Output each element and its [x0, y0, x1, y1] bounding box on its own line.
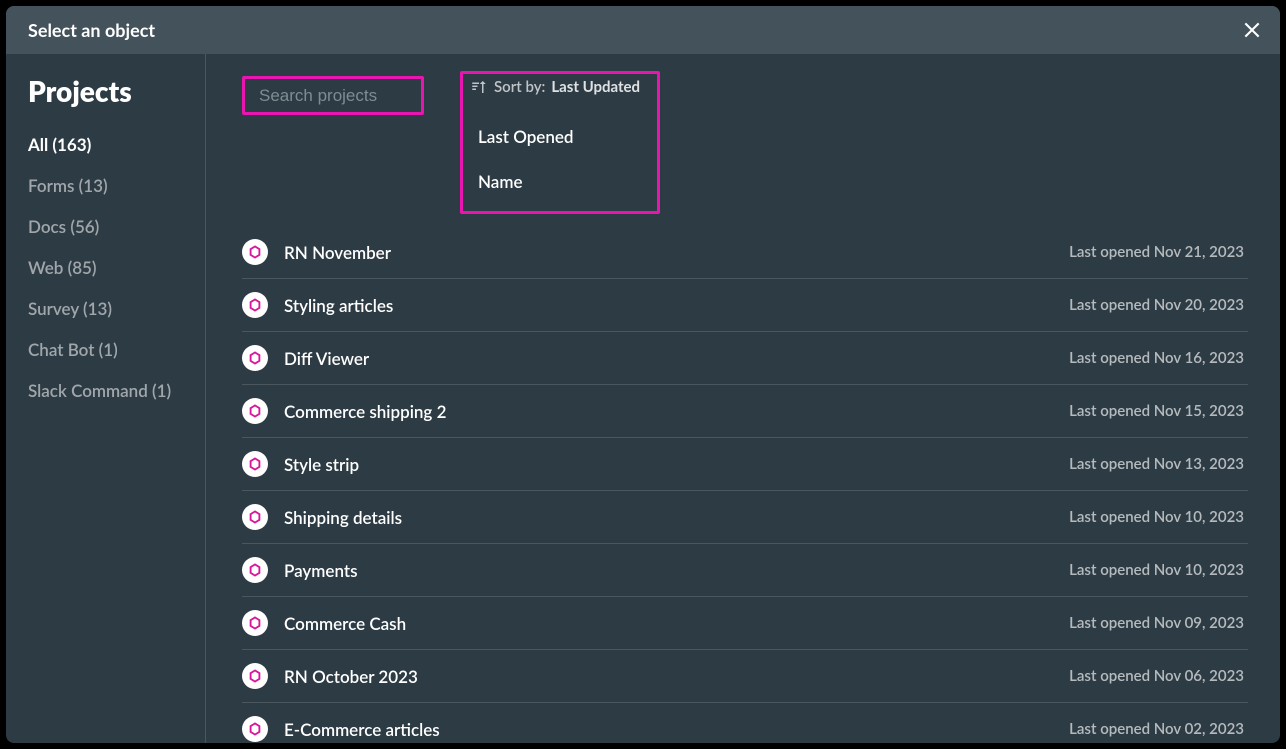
sort-option[interactable]: Last Opened	[470, 114, 640, 159]
project-name: Diff Viewer	[284, 348, 1053, 369]
sort-block: Sort by: Last Updated Last OpenedName	[470, 76, 640, 204]
modal-body: Projects All (163)Forms (13)Docs (56)Web…	[6, 54, 1280, 743]
project-type-icon	[242, 239, 268, 265]
project-last-opened: Last opened Nov 10, 2023	[1069, 508, 1244, 526]
project-type-icon	[242, 398, 268, 424]
sort-trigger[interactable]: Sort by: Last Updated	[470, 76, 640, 96]
project-name: Payments	[284, 560, 1053, 581]
project-name: RN November	[284, 242, 1053, 263]
sort-option[interactable]: Name	[470, 159, 640, 204]
project-name: Styling articles	[284, 295, 1053, 316]
sort-icon	[470, 78, 488, 96]
sidebar-item[interactable]: Survey (13)	[28, 288, 205, 329]
sort-selected-value: Last Updated	[551, 78, 640, 96]
project-type-icon	[242, 716, 268, 742]
object-selector-modal: Select an object Projects All (163)Forms…	[6, 6, 1280, 743]
project-last-opened: Last opened Nov 15, 2023	[1069, 402, 1244, 420]
project-name: Shipping details	[284, 507, 1053, 528]
project-row[interactable]: Diff Viewer Last opened Nov 16, 2023	[242, 332, 1248, 385]
project-last-opened: Last opened Nov 10, 2023	[1069, 561, 1244, 579]
project-list[interactable]: RN November Last opened Nov 21, 2023 Styli…	[242, 226, 1256, 743]
sort-prefix: Sort by:	[494, 78, 545, 96]
sort-options-list: Last OpenedName	[470, 114, 640, 204]
project-type-icon	[242, 451, 268, 477]
project-name: RN October 2023	[284, 666, 1053, 687]
sidebar-item[interactable]: All (163)	[28, 124, 205, 165]
close-button[interactable]	[1238, 16, 1266, 44]
project-row[interactable]: Shipping details Last opened Nov 10, 2023	[242, 491, 1248, 544]
project-last-opened: Last opened Nov 13, 2023	[1069, 455, 1244, 473]
project-last-opened: Last opened Nov 21, 2023	[1069, 243, 1244, 261]
sidebar: Projects All (163)Forms (13)Docs (56)Web…	[6, 54, 206, 743]
project-type-icon	[242, 504, 268, 530]
sidebar-item[interactable]: Chat Bot (1)	[28, 329, 205, 370]
controls-row: Sort by: Last Updated Last OpenedName	[242, 76, 1256, 204]
modal-title: Select an object	[28, 19, 155, 41]
modal-header: Select an object	[6, 6, 1280, 54]
project-name: E-Commerce articles	[284, 719, 1053, 740]
close-icon	[1242, 20, 1262, 40]
project-row[interactable]: Style strip Last opened Nov 13, 2023	[242, 438, 1248, 491]
sidebar-item[interactable]: Docs (56)	[28, 206, 205, 247]
project-row[interactable]: E-Commerce articles Last opened Nov 02, 2…	[242, 703, 1248, 743]
project-type-icon	[242, 292, 268, 318]
project-row[interactable]: RN October 2023 Last opened Nov 06, 2023	[242, 650, 1248, 703]
sidebar-item[interactable]: Forms (13)	[28, 165, 205, 206]
search-field-wrap[interactable]	[242, 76, 424, 115]
project-name: Commerce shipping 2	[284, 401, 1053, 422]
project-last-opened: Last opened Nov 06, 2023	[1069, 667, 1244, 685]
project-type-icon	[242, 610, 268, 636]
project-row[interactable]: Commerce Cash Last opened Nov 09, 2023	[242, 597, 1248, 650]
project-type-icon	[242, 663, 268, 689]
project-last-opened: Last opened Nov 09, 2023	[1069, 614, 1244, 632]
project-type-icon	[242, 557, 268, 583]
main-panel: Sort by: Last Updated Last OpenedName RN…	[206, 54, 1280, 743]
project-row[interactable]: Styling articles Last opened Nov 20, 2023	[242, 279, 1248, 332]
project-type-icon	[242, 345, 268, 371]
sidebar-item[interactable]: Slack Command (1)	[28, 370, 205, 411]
sidebar-title: Projects	[28, 74, 205, 108]
project-name: Commerce Cash	[284, 613, 1053, 634]
project-name: Style strip	[284, 454, 1053, 475]
project-row[interactable]: Payments Last opened Nov 10, 2023	[242, 544, 1248, 597]
sidebar-item[interactable]: Web (85)	[28, 247, 205, 288]
project-row[interactable]: Commerce shipping 2 Last opened Nov 15, 2…	[242, 385, 1248, 438]
project-last-opened: Last opened Nov 02, 2023	[1069, 720, 1244, 738]
project-last-opened: Last opened Nov 16, 2023	[1069, 349, 1244, 367]
search-input[interactable]	[259, 86, 480, 106]
project-last-opened: Last opened Nov 20, 2023	[1069, 296, 1244, 314]
project-row[interactable]: RN November Last opened Nov 21, 2023	[242, 226, 1248, 279]
